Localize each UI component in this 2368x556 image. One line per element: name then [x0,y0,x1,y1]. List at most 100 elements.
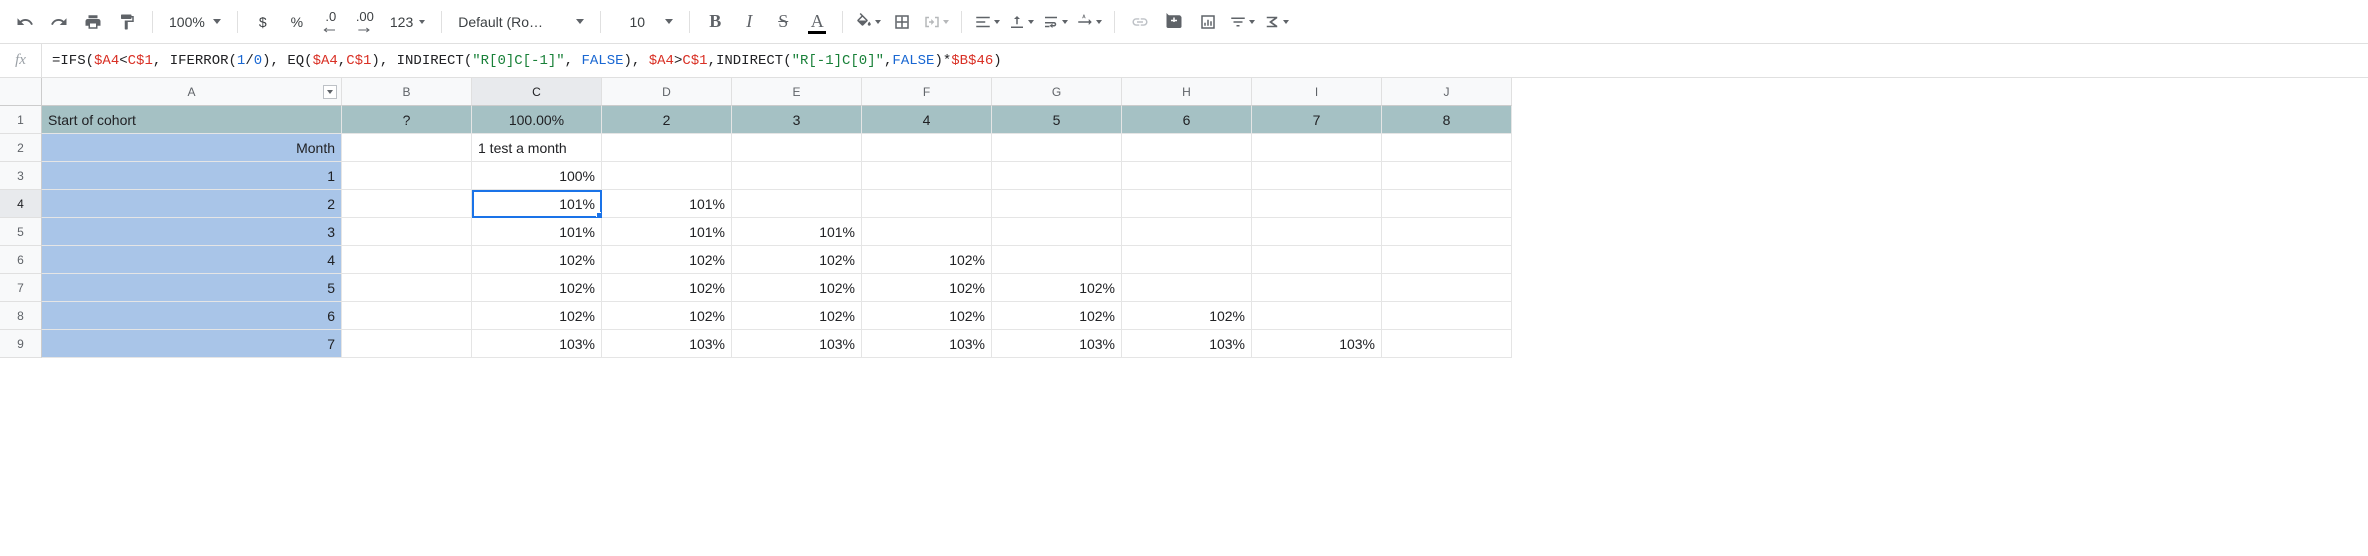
text-wrap-button[interactable] [1040,7,1070,37]
cell[interactable]: 1 [42,162,342,190]
cell[interactable]: 101% [602,218,732,246]
cell[interactable] [1382,218,1512,246]
cell[interactable] [1382,190,1512,218]
undo-button[interactable] [10,7,40,37]
row-header-8[interactable]: 8 [0,302,42,330]
cell[interactable]: 100% [472,162,602,190]
cell[interactable]: 103% [732,330,862,358]
cell[interactable] [342,302,472,330]
cell[interactable] [342,330,472,358]
cell[interactable]: Month [42,134,342,162]
cell[interactable] [1122,134,1252,162]
cell[interactable]: 102% [862,274,992,302]
cell[interactable] [342,218,472,246]
row-header-5[interactable]: 5 [0,218,42,246]
text-color-button[interactable]: A [802,7,832,37]
decrease-decimal-button[interactable]: .0 [316,7,346,37]
row-header-3[interactable]: 3 [0,162,42,190]
column-header-i[interactable]: I [1252,78,1382,106]
row-header-2[interactable]: 2 [0,134,42,162]
row-header-7[interactable]: 7 [0,274,42,302]
cell[interactable]: 103% [862,330,992,358]
select-all-corner[interactable] [0,78,42,106]
cell[interactable] [1382,134,1512,162]
cell[interactable]: 102% [992,302,1122,330]
cell[interactable] [992,218,1122,246]
cell[interactable] [1122,190,1252,218]
insert-link-button[interactable] [1125,7,1155,37]
strikethrough-button[interactable]: S [768,7,798,37]
row-header-9[interactable]: 9 [0,330,42,358]
cell[interactable]: 102% [732,246,862,274]
bold-button[interactable]: B [700,7,730,37]
cell[interactable]: 100.00% [472,106,602,134]
cell[interactable]: 102% [602,246,732,274]
cell[interactable]: 102% [602,302,732,330]
cell[interactable]: 2 [42,190,342,218]
cell[interactable] [732,162,862,190]
column-header-g[interactable]: G [992,78,1122,106]
cell[interactable] [732,190,862,218]
cell[interactable]: 8 [1382,106,1512,134]
row-header-1[interactable]: 1 [0,106,42,134]
cell[interactable]: 102% [472,274,602,302]
functions-button[interactable] [1261,7,1291,37]
vertical-align-button[interactable] [1006,7,1036,37]
cell[interactable] [732,134,862,162]
column-filter-dropdown[interactable] [323,85,337,99]
currency-format-button[interactable]: $ [248,7,278,37]
cell[interactable]: 102% [732,274,862,302]
cell[interactable]: 5 [42,274,342,302]
cell[interactable]: 6 [42,302,342,330]
cell[interactable]: 102% [732,302,862,330]
text-rotation-button[interactable] [1074,7,1104,37]
cell[interactable]: 3 [732,106,862,134]
column-header-c[interactable]: C [472,78,602,106]
cell[interactable] [1382,330,1512,358]
cell[interactable]: 103% [992,330,1122,358]
cell[interactable]: 7 [42,330,342,358]
row-header-4[interactable]: 4 [0,190,42,218]
cell[interactable] [1252,274,1382,302]
column-header-j[interactable]: J [1382,78,1512,106]
cell[interactable]: 102% [602,274,732,302]
cell[interactable]: 102% [862,246,992,274]
redo-button[interactable] [44,7,74,37]
cell[interactable] [1252,134,1382,162]
font-family-dropdown[interactable]: Default (Ro… [452,7,590,37]
cell[interactable] [1252,218,1382,246]
cell[interactable]: 5 [992,106,1122,134]
print-button[interactable] [78,7,108,37]
cell[interactable] [1382,302,1512,330]
cell[interactable]: 101% [472,190,602,218]
formula-input[interactable]: =IFS($A4<C$1, IFERROR(1/0), EQ($A4,C$1),… [42,53,2368,69]
cell[interactable] [1122,246,1252,274]
cell[interactable] [992,190,1122,218]
cell[interactable] [602,134,732,162]
row-header-6[interactable]: 6 [0,246,42,274]
cell[interactable] [342,274,472,302]
font-size-dropdown[interactable]: 10 [611,7,679,37]
cell[interactable]: ? [342,106,472,134]
cell[interactable] [862,134,992,162]
cell[interactable]: 102% [862,302,992,330]
cell[interactable]: 103% [602,330,732,358]
cell[interactable] [1122,274,1252,302]
cell[interactable] [1382,162,1512,190]
cell[interactable] [1252,302,1382,330]
cell[interactable] [342,246,472,274]
horizontal-align-button[interactable] [972,7,1002,37]
borders-button[interactable] [887,7,917,37]
insert-chart-button[interactable] [1193,7,1223,37]
column-header-f[interactable]: F [862,78,992,106]
cell[interactable] [992,246,1122,274]
cell[interactable]: 102% [992,274,1122,302]
merge-cells-button[interactable] [921,7,951,37]
cell[interactable] [862,162,992,190]
cell[interactable]: 4 [862,106,992,134]
cell[interactable]: 103% [472,330,602,358]
cell[interactable]: 102% [472,302,602,330]
cell[interactable] [342,134,472,162]
cell[interactable] [602,162,732,190]
cell[interactable]: 102% [1122,302,1252,330]
